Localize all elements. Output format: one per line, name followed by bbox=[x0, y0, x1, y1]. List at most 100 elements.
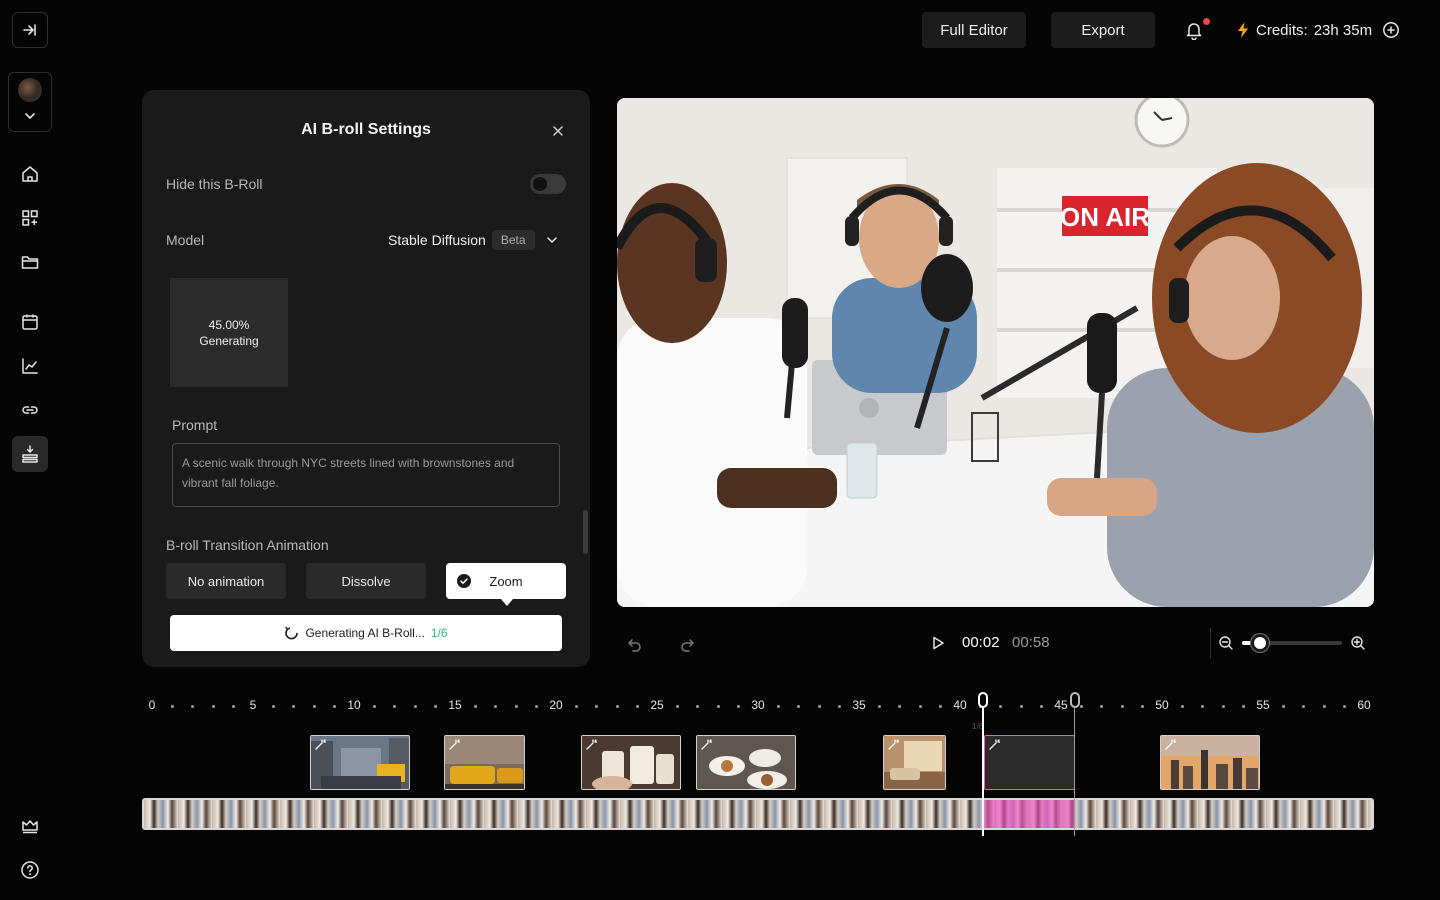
zoom-out-icon[interactable] bbox=[1218, 635, 1234, 651]
bolt-icon bbox=[1238, 22, 1248, 38]
ruler-tick-dot bbox=[1282, 705, 1286, 708]
chevron-down-icon bbox=[546, 237, 557, 244]
generation-percent: 45.00% bbox=[208, 317, 250, 332]
ruler-tick-dot bbox=[797, 705, 801, 708]
ruler-tick-label: 10 bbox=[347, 698, 361, 712]
help-circle-icon bbox=[21, 861, 39, 879]
add-credits-icon[interactable] bbox=[1382, 21, 1400, 39]
panel-scrollbar[interactable] bbox=[583, 510, 588, 554]
ruler-tick-dot bbox=[999, 705, 1003, 708]
ruler-tick-label: 0 bbox=[148, 698, 156, 712]
main-video-track[interactable] bbox=[142, 798, 1374, 830]
broll-clip-brunch-table[interactable] bbox=[696, 735, 796, 790]
play-icon[interactable] bbox=[930, 635, 946, 651]
crown-icon bbox=[22, 820, 38, 834]
segment-end-marker bbox=[1074, 700, 1075, 836]
video-preview[interactable]: ON AIR bbox=[617, 98, 1374, 607]
ruler-tick-label: 55 bbox=[1256, 698, 1270, 712]
ruler-tick-dot bbox=[514, 705, 518, 708]
zoom-slider-handle[interactable] bbox=[1251, 634, 1269, 652]
credits-label: Credits: bbox=[1256, 21, 1308, 39]
generate-progress: 1/6 bbox=[430, 626, 448, 640]
transition-no-animation-button[interactable]: No animation bbox=[166, 563, 286, 599]
generate-broll-button[interactable]: Generating AI B-Roll... 1/6 bbox=[170, 615, 562, 651]
selected-segment-highlight bbox=[984, 800, 1074, 828]
ruler-tick-dot bbox=[615, 705, 619, 708]
broll-clip-generating[interactable] bbox=[984, 735, 1075, 790]
notification-dot bbox=[1203, 18, 1210, 25]
zoom-in-icon[interactable] bbox=[1350, 635, 1366, 651]
broll-clip-nyc-street[interactable] bbox=[310, 735, 410, 790]
grid-plus-icon bbox=[22, 210, 38, 226]
ruler-tick-dot bbox=[1221, 705, 1225, 708]
ruler-tick-dot bbox=[1201, 705, 1205, 708]
ruler-tick-dot bbox=[272, 705, 276, 708]
hide-broll-label: Hide this B-Roll bbox=[166, 176, 263, 192]
generate-label: Generating AI B-Roll... bbox=[305, 626, 425, 640]
sidebar-item-links[interactable] bbox=[12, 392, 48, 428]
ruler-tick-dot bbox=[292, 705, 296, 708]
ruler-tick-dot bbox=[1019, 705, 1023, 708]
ruler-tick-dot bbox=[1100, 705, 1104, 708]
sidebar-item-home[interactable] bbox=[12, 156, 48, 192]
prompt-label: Prompt bbox=[172, 417, 218, 433]
ruler-tick-dot bbox=[676, 705, 680, 708]
hide-broll-toggle[interactable] bbox=[530, 174, 566, 194]
prompt-input[interactable]: A scenic walk through NYC streets lined … bbox=[172, 443, 560, 507]
ruler-tick-dot bbox=[635, 705, 639, 708]
premium-button[interactable] bbox=[12, 808, 48, 844]
segment-end-handle[interactable] bbox=[1070, 692, 1080, 708]
playhead-handle[interactable] bbox=[978, 692, 988, 708]
ruler-tick-dot bbox=[716, 705, 720, 708]
ruler-tick-dot bbox=[1302, 705, 1306, 708]
export-button[interactable]: Export bbox=[1051, 12, 1155, 48]
ruler-tick-label: 15 bbox=[448, 698, 462, 712]
home-icon bbox=[22, 166, 38, 182]
bell-icon[interactable] bbox=[1184, 20, 1204, 40]
ruler-tick-dot bbox=[373, 705, 377, 708]
redo-icon[interactable] bbox=[679, 636, 695, 652]
ruler-tick-label: 40 bbox=[953, 698, 967, 712]
account-switcher[interactable] bbox=[8, 72, 52, 132]
help-button[interactable] bbox=[12, 852, 48, 888]
broll-clip-coffee-cups[interactable] bbox=[581, 735, 681, 790]
collapse-sidebar-button[interactable] bbox=[12, 12, 48, 48]
ruler-tick-label: 30 bbox=[751, 698, 765, 712]
sidebar bbox=[0, 0, 60, 900]
broll-clip-skyline[interactable] bbox=[1160, 735, 1260, 790]
broll-clip-cozy-room[interactable] bbox=[883, 735, 946, 790]
credits-value: 23h 35m bbox=[1313, 21, 1373, 39]
ruler-tick-dot bbox=[393, 705, 397, 708]
ruler-tick-dot bbox=[837, 705, 841, 708]
avatar bbox=[18, 78, 42, 102]
ruler-tick-dot bbox=[918, 705, 922, 708]
sidebar-item-templates[interactable] bbox=[12, 200, 48, 236]
sidebar-item-layers[interactable] bbox=[12, 436, 48, 472]
ruler-tick-dot bbox=[433, 705, 437, 708]
broll-clip-taxi[interactable] bbox=[444, 735, 525, 790]
sidebar-item-analytics[interactable] bbox=[12, 348, 48, 384]
close-icon[interactable] bbox=[551, 124, 565, 138]
magic-wand-icon bbox=[701, 739, 712, 750]
transition-dissolve-button[interactable]: Dissolve bbox=[306, 563, 426, 599]
ruler-tick-label: 50 bbox=[1155, 698, 1169, 712]
model-select[interactable]: Stable Diffusion Beta bbox=[388, 230, 559, 250]
layers-icon bbox=[22, 445, 38, 463]
sidebar-item-files[interactable] bbox=[12, 244, 48, 280]
ruler-tick-dot bbox=[1181, 705, 1185, 708]
ruler-tick-dot bbox=[474, 705, 478, 708]
podcast-scene-image: ON AIR bbox=[617, 98, 1374, 607]
undo-icon[interactable] bbox=[627, 636, 643, 652]
ruler-tick-dot bbox=[171, 705, 175, 708]
ruler-tick-dot bbox=[1120, 705, 1124, 708]
playhead-line bbox=[982, 700, 984, 836]
transition-label: B-roll Transition Animation bbox=[166, 537, 329, 553]
arrow-right-bar-icon bbox=[23, 24, 36, 36]
sidebar-item-calendar[interactable] bbox=[12, 304, 48, 340]
transition-zoom-label: Zoom bbox=[489, 573, 523, 589]
ruler-tick-dot bbox=[1080, 705, 1084, 708]
full-editor-button[interactable]: Full Editor bbox=[922, 12, 1026, 48]
transition-zoom-button[interactable]: Zoom bbox=[446, 563, 566, 606]
ruler-tick-dot bbox=[898, 705, 902, 708]
ruler-tick-dot bbox=[595, 705, 599, 708]
